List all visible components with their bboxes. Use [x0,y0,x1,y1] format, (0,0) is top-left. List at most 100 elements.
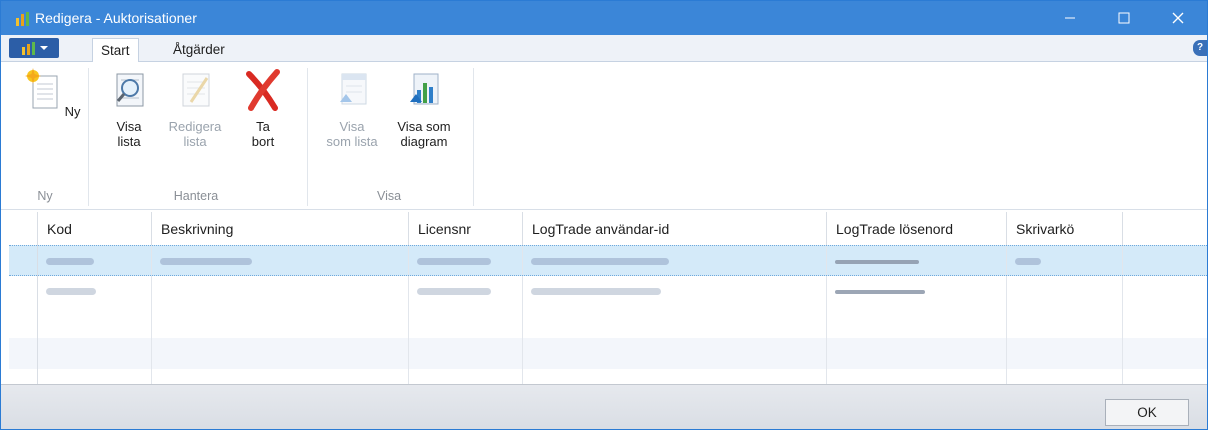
edit-list-label-2: lista [183,134,207,149]
redacted-text [531,258,669,265]
cell-logtrade-user[interactable] [523,307,827,338]
maximize-button[interactable] [1101,1,1147,35]
app-logo-icon [16,12,29,26]
col-header-beskrivning[interactable]: Beskrivning [152,212,409,247]
view-as-list-icon [340,73,367,105]
maximize-icon [1118,12,1130,24]
cell-licensnr[interactable] [409,307,523,338]
app-menu-button[interactable] [9,38,59,58]
cell-kod[interactable] [38,338,152,369]
view-as-list-label-2: som lista [326,134,378,149]
col-header-skrivarko[interactable]: Skrivarkö [1007,212,1123,247]
close-icon [1172,12,1184,24]
cell-licensnr[interactable] [409,276,523,307]
magnifier-list-icon [116,73,144,107]
cell-logtrade-password[interactable] [827,338,1007,369]
new-button-label: Ny [64,104,81,119]
redacted-text [46,288,96,295]
cell-skrivarko[interactable] [1007,338,1123,369]
grid-header: Kod Beskrivning Licensnr LogTrade använd… [9,212,1207,247]
tab-atgarder[interactable]: Åtgärder [165,38,233,63]
redacted-text [1015,258,1041,265]
chevron-down-icon [39,46,48,50]
col-header-logtrade-password[interactable]: LogTrade lösenord [827,212,1007,247]
ok-button[interactable]: OK [1105,399,1189,426]
col-header-kod[interactable]: Kod [38,212,152,247]
dialog-footer: OK [1,384,1207,429]
minimize-button[interactable] [1047,1,1093,35]
delete-button[interactable]: Ta bort [237,68,289,149]
cell-beskrivning[interactable] [152,276,409,307]
redacted-text [46,258,94,265]
tab-start[interactable]: Start [92,38,139,63]
view-list-button[interactable]: Visa lista [101,68,157,149]
cell-logtrade-user[interactable] [523,276,827,307]
ribbon-separator [473,68,474,206]
edit-list-label-1: Redigera [168,119,222,134]
table-row[interactable] [9,276,1207,307]
cell-logtrade-user[interactable] [523,246,827,275]
cell-licensnr[interactable] [409,369,523,384]
cell-licensnr[interactable] [409,338,523,369]
view-list-label-1: Visa [116,119,142,134]
redacted-text [417,258,491,265]
cell-kod[interactable] [38,246,152,275]
group-label-ny: Ny [37,189,53,203]
table-row[interactable] [9,245,1207,276]
bar-chart-icon [410,73,439,105]
redacted-text [531,288,661,295]
view-as-chart-label-2: diagram [400,134,448,149]
cell-skrivarko[interactable] [1007,307,1123,338]
col-header-licensnr[interactable]: Licensnr [409,212,523,247]
help-icon[interactable]: ? [1193,40,1207,56]
view-list-label-2: lista [117,134,141,149]
dialog-window: Redigera - Auktorisationer Start Åtgärde… [0,0,1208,430]
ribbon: Ny Ny Visa lista Redigera lista Ta bort … [1,62,1207,210]
cell-beskrivning[interactable] [152,338,409,369]
view-as-chart-label-1: Visa som [397,119,451,134]
redacted-text [417,288,491,295]
view-as-list-label-1: Visa [339,119,365,134]
cell-logtrade-user[interactable] [523,338,827,369]
table-row[interactable] [9,369,1207,384]
view-as-list-button[interactable]: Visa som lista [321,68,383,149]
cell-beskrivning[interactable] [152,246,409,275]
ribbon-separator [307,68,308,206]
delete-label-2: bort [251,134,275,149]
cell-skrivarko[interactable] [1007,246,1123,275]
ribbon-separator [88,68,89,206]
cell-licensnr[interactable] [409,246,523,275]
app-logo-icon [21,42,35,55]
group-label-visa: Visa [376,189,402,203]
row-header-column [9,212,38,384]
delete-x-icon [246,69,280,111]
col-header-logtrade-user[interactable]: LogTrade användar-id [523,212,827,247]
cell-kod[interactable] [38,276,152,307]
delete-label-1: Ta [256,119,270,134]
new-document-icon [25,68,58,109]
cell-beskrivning[interactable] [152,307,409,338]
cell-beskrivning[interactable] [152,369,409,384]
redacted-text [835,290,925,294]
window-title: Redigera - Auktorisationer [35,10,197,26]
cell-logtrade-password[interactable] [827,307,1007,338]
cell-kod[interactable] [38,369,152,384]
title-bar: Redigera - Auktorisationer [1,1,1207,35]
cell-logtrade-user[interactable] [523,369,827,384]
table-row[interactable] [9,307,1207,338]
close-button[interactable] [1155,1,1201,35]
table-row[interactable] [9,338,1207,369]
cell-skrivarko[interactable] [1007,369,1123,384]
edit-list-button[interactable]: Redigera lista [165,68,225,149]
view-as-chart-button[interactable]: Visa som diagram [391,68,457,149]
cell-logtrade-password[interactable] [827,369,1007,384]
group-label-hantera: Hantera [173,189,219,203]
edit-list-icon [182,73,210,107]
cell-kod[interactable] [38,307,152,338]
new-button[interactable]: Ny [25,68,81,119]
cell-logtrade-password[interactable] [827,276,1007,307]
cell-logtrade-password[interactable] [827,246,1007,275]
minimize-icon [1065,17,1075,19]
cell-skrivarko[interactable] [1007,276,1123,307]
authorization-grid: Kod Beskrivning Licensnr LogTrade använd… [9,212,1207,384]
